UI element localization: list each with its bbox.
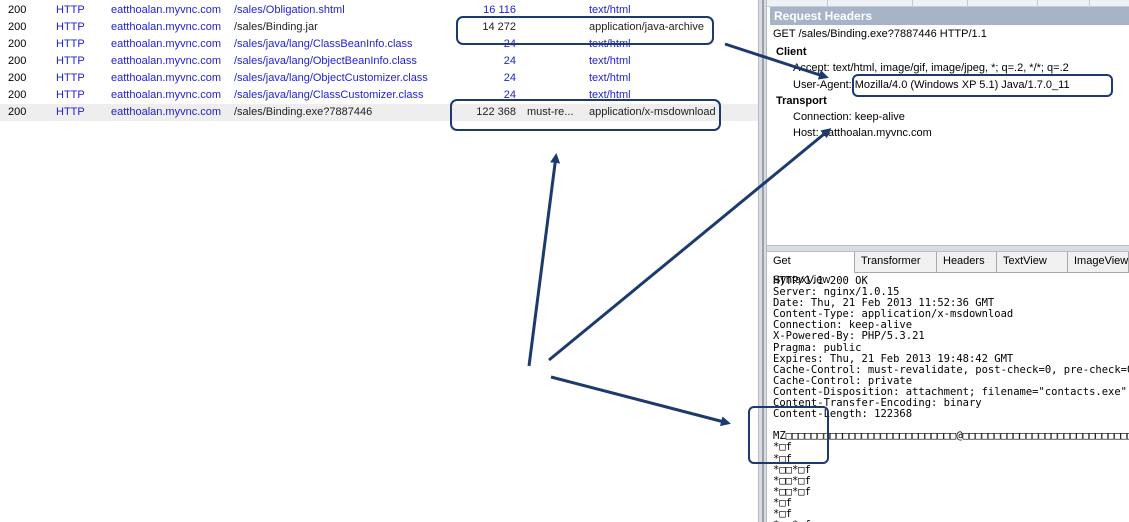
host-cell: eatthoalan.myvnc.com [111,55,222,67]
session-row[interactable]: 200 HTTP eatthoalan.myvnc.com/sales/Bindin… [0,104,758,121]
response-line: *□□*□f [773,474,811,487]
result-cell: 200 [8,4,27,16]
response-raw-view[interactable]: HTTP/1.1 200 OK Server: nginx/1.0.15 Date:… [773,276,1129,522]
response-line: *□□*□f [773,485,811,498]
protocol-cell: HTTP [56,106,85,118]
splitter-grip[interactable] [762,0,764,522]
protocol-cell: HTTP [56,38,85,50]
user-agent-header: User-Agent: Mozilla/4.0 (Windows XP 5.1)… [793,79,1070,91]
content-type-cell: text/html [589,72,631,84]
host-cell: eatthoalan.myvnc.com [111,72,222,84]
session-row[interactable]: 200 HTTP eatthoalan.myvnc.com/sales/java/l… [0,53,758,70]
body-size-cell: 24 [503,38,516,50]
session-list[interactable]: 200 HTTP eatthoalan.myvnc.com/sales/Obliga… [0,0,758,522]
host-cell: eatthoalan.myvnc.com [111,38,222,50]
session-row[interactable]: 200 HTTP eatthoalan.myvnc.com/sales/java/l… [0,36,758,53]
session-row[interactable]: 200 HTTP eatthoalan.myvnc.com/sales/Bindin… [0,19,758,36]
url-cell: /sales/java/lang/ObjectBeanInfo.class [234,55,417,67]
response-line: *□f [773,441,792,454]
body-size-cell: 24 [503,72,516,84]
url-cell: /sales/Binding.jar [234,21,318,33]
inspector-top-tabs [767,0,1129,7]
response-line: *□f [773,507,792,520]
body-size-cell: 16 116 [483,4,516,16]
url-cell: /sales/java/lang/ClassBeanInfo.class [234,38,413,50]
content-type-cell: text/html [589,55,631,67]
user-agent-value: Mozilla/4.0 (Windows XP 5.1) Java/1.7.0_… [854,79,1070,91]
host-cell: eatthoalan.myvnc.com [111,21,222,33]
caching-cell: must-re... [527,106,574,118]
protocol-cell: HTTP [56,4,85,16]
tab-headers[interactable]: Headers [937,252,997,272]
vertical-splitter[interactable] [758,0,767,522]
response-line: Pragma: public [773,341,862,354]
response-line: X-Powered-By: PHP/5.3.21 [773,330,925,343]
result-cell: 200 [8,106,27,118]
url-cell: /sales/Binding.exe?7887446 [234,106,373,118]
protocol-cell: HTTP [56,21,85,33]
session-row[interactable]: 200 HTTP eatthoalan.myvnc.com/sales/java/l… [0,87,758,104]
host-cell: eatthoalan.myvnc.com [111,106,222,118]
request-line: GET /sales/Binding.exe?7887446 HTTP/1.1 [773,28,987,40]
accept-header: Accept: text/html, image/gif, image/jpeg… [793,62,1069,74]
client-section-label[interactable]: Client [776,46,807,58]
host-cell: eatthoalan.myvnc.com [111,4,222,16]
content-type-cell: text/html [589,89,631,101]
session-row[interactable]: 200 HTTP eatthoalan.myvnc.com/sales/java/l… [0,70,758,87]
tab-imageview[interactable]: ImageView [1068,252,1129,272]
result-cell: 200 [8,89,27,101]
result-cell: 200 [8,55,27,67]
protocol-cell: HTTP [56,72,85,84]
body-size-cell: 24 [503,55,516,67]
url-cell: /sales/Obligation.shtml [234,4,345,16]
result-cell: 200 [8,21,27,33]
body-size-cell: 24 [503,89,516,101]
body-size-cell: 122 368 [476,106,516,118]
tab-syntaxview[interactable]: Get SyntaxView [767,252,855,286]
url-cell: /sales/java/lang/ClassCustomizer.class [234,89,424,101]
request-headers-title: Request Headers [770,7,1129,25]
response-line: MZ□□□□□□□□□□□□□□□□□□□□□□□□□□□@□□□□□□□□□□… [773,430,1129,443]
response-line: *□□*□f [773,463,811,476]
result-cell: 200 [8,72,27,84]
tab-transformer[interactable]: Transformer [855,252,937,272]
request-headers-panel: GET /sales/Binding.exe?7887446 HTTP/1.1 … [770,25,1129,245]
content-type-cell: text/html [589,4,631,16]
inspector-pane: Request Headers GET /sales/Binding.exe?7… [767,0,1129,522]
content-type-cell: application/x-msdownload [589,106,716,118]
content-type-cell: text/html [589,38,631,50]
host-cell: eatthoalan.myvnc.com [111,89,222,101]
body-size-cell: 14 272 [482,21,516,33]
transport-section-label[interactable]: Transport [776,95,827,107]
connection-header: Connection: keep-alive [793,111,905,123]
response-line: *□f [773,496,792,509]
content-type-cell: application/java-archive [589,21,704,33]
horizontal-splitter[interactable] [767,245,1129,252]
protocol-cell: HTTP [56,55,85,67]
response-tabs: Get SyntaxView Transformer Headers TextV… [767,252,1129,286]
tab-textview[interactable]: TextView [997,252,1068,272]
user-agent-label: User-Agent: [793,79,852,91]
url-cell: /sales/java/lang/ObjectCustomizer.class [234,72,428,84]
host-header: Host: eatthoalan.myvnc.com [793,127,932,139]
result-cell: 200 [8,38,27,50]
protocol-cell: HTTP [56,89,85,101]
response-line: *□f [773,452,792,465]
response-line: Content-Length: 122368 [773,408,913,421]
session-row[interactable]: 200 HTTP eatthoalan.myvnc.com/sales/Obliga… [0,2,758,19]
